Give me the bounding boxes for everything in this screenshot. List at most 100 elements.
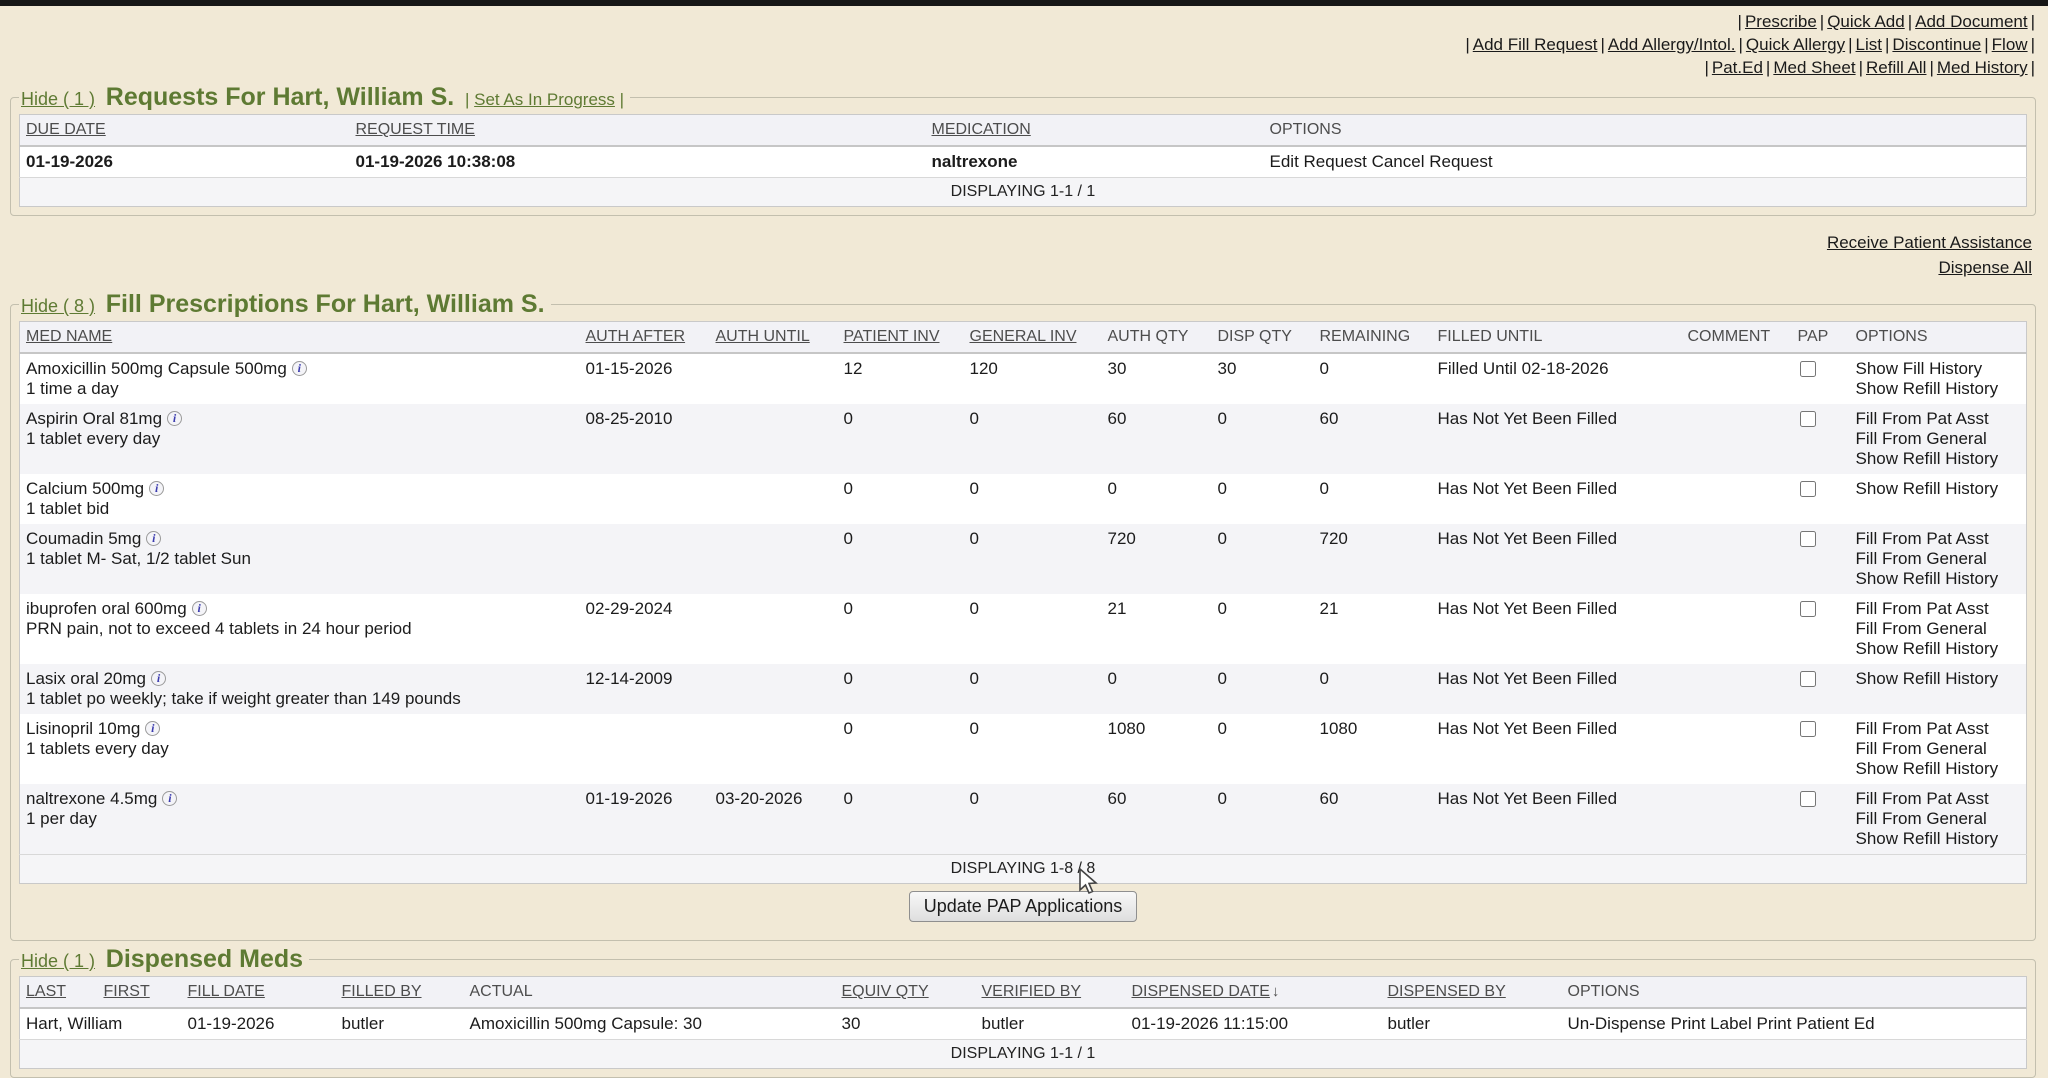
dispense-all-link[interactable]: Dispense All [1938, 255, 2032, 280]
show-refill-history-link[interactable]: Show Refill History [1856, 759, 2021, 779]
show-refill-history-link[interactable]: Show Refill History [1856, 669, 2021, 689]
fill-from-general-link[interactable]: Fill From General [1856, 549, 2021, 569]
nav-quick-allergy-link[interactable]: Quick Allergy [1746, 35, 1845, 54]
med-name-header[interactable]: MED NAME [20, 322, 580, 354]
nav-pat-ed-link[interactable]: Pat.Ed [1712, 58, 1763, 77]
info-icon[interactable]: i [192, 601, 207, 616]
show-refill-history-link[interactable]: Show Refill History [1856, 479, 2021, 499]
nav-med-history-link[interactable]: Med History [1937, 58, 2028, 77]
receive-patient-assistance-link[interactable]: Receive Patient Assistance [1827, 230, 2032, 255]
last-header[interactable]: LAST [20, 977, 98, 1009]
auth-after-header[interactable]: AUTH AFTER [580, 322, 710, 354]
nav-med-sheet-link[interactable]: Med Sheet [1773, 58, 1855, 77]
auth-until-cell [710, 664, 838, 714]
info-icon[interactable]: i [292, 361, 307, 376]
nav-add-fill-request-link[interactable]: Add Fill Request [1473, 35, 1598, 54]
pap-checkbox[interactable] [1800, 601, 1816, 617]
auth-until-cell [710, 353, 838, 404]
pap-checkbox[interactable] [1800, 481, 1816, 497]
nav-discontinue-link[interactable]: Discontinue [1892, 35, 1981, 54]
info-icon[interactable]: i [167, 411, 182, 426]
nav-flow-link[interactable]: Flow [1992, 35, 2028, 54]
actual-header: ACTUAL [464, 977, 836, 1009]
dispensed-paging-row: DISPLAYING 1-1 / 1 [20, 1040, 2027, 1069]
first-header[interactable]: FIRST [98, 977, 182, 1009]
fill-from-pat-asst-link[interactable]: Fill From Pat Asst [1856, 599, 2021, 619]
print-patient-ed-link[interactable]: Print Patient Ed [1757, 1014, 1875, 1033]
general-inv-header[interactable]: GENERAL INV [964, 322, 1102, 354]
edit-request-link[interactable]: Edit Request [1270, 152, 1367, 171]
set-as-in-progress-link[interactable]: Set As In Progress [474, 90, 615, 109]
pap-cell [1792, 664, 1850, 714]
nav-quick-add-link[interactable]: Quick Add [1827, 12, 1905, 31]
print-label-link[interactable]: Print Label [1671, 1014, 1752, 1033]
equiv-qty-header[interactable]: EQUIV QTY [836, 977, 976, 1009]
disp-qty-cell: 0 [1212, 404, 1314, 474]
requests-hide-link[interactable]: Hide ( 1 ) [21, 89, 95, 109]
fill-row: Lisinopril 10mgi 1 tablets every day 0 0… [20, 714, 2027, 784]
filled-by-header[interactable]: FILLED BY [336, 977, 464, 1009]
info-icon[interactable]: i [151, 671, 166, 686]
pap-cell [1792, 353, 1850, 404]
dispensed-hide-link[interactable]: Hide ( 1 ) [21, 951, 95, 971]
fill-from-general-link[interactable]: Fill From General [1856, 619, 2021, 639]
nav-prescribe-link[interactable]: Prescribe [1745, 12, 1817, 31]
show-refill-history-link[interactable]: Show Refill History [1856, 449, 2021, 469]
fill-from-general-link[interactable]: Fill From General [1856, 739, 2021, 759]
fill-hide-link[interactable]: Hide ( 8 ) [21, 296, 95, 316]
pap-checkbox[interactable] [1800, 361, 1816, 377]
request-time-header[interactable]: REQUEST TIME [350, 115, 926, 147]
info-icon[interactable]: i [146, 531, 161, 546]
fill-from-general-link[interactable]: Fill From General [1856, 809, 2021, 829]
medication-header[interactable]: MEDICATION [926, 115, 1264, 147]
dispensed-by-header[interactable]: DISPENSED BY [1382, 977, 1562, 1009]
un-dispense-link[interactable]: Un-Dispense [1568, 1014, 1666, 1033]
show-refill-history-link[interactable]: Show Refill History [1856, 569, 2021, 589]
cancel-request-link[interactable]: Cancel Request [1372, 152, 1493, 171]
nav-add-document-link[interactable]: Add Document [1915, 12, 2027, 31]
pap-checkbox[interactable] [1800, 721, 1816, 737]
verified-by-header[interactable]: VERIFIED BY [976, 977, 1126, 1009]
show-refill-history-link[interactable]: Show Refill History [1856, 379, 2021, 399]
nav-list-link[interactable]: List [1856, 35, 1882, 54]
dispensed-legend: Hide ( 1 ) Dispensed Meds [19, 945, 309, 974]
directions-label: 1 time a day [26, 379, 574, 399]
filled-until-cell: Has Not Yet Been Filled [1432, 404, 1682, 474]
pap-checkbox[interactable] [1800, 791, 1816, 807]
fill-from-general-link[interactable]: Fill From General [1856, 429, 2021, 449]
nav-refill-all-link[interactable]: Refill All [1866, 58, 1926, 77]
auth-qty-cell: 720 [1102, 524, 1212, 594]
due-date-cell: 01-19-2026 [20, 146, 350, 178]
info-icon[interactable]: i [145, 721, 160, 736]
requests-displaying-label: DISPLAYING 1-1 / 1 [20, 178, 2027, 207]
pap-checkbox[interactable] [1800, 531, 1816, 547]
show-refill-history-link[interactable]: Show Refill History [1856, 829, 2021, 849]
med-name-cell: Coumadin 5mgi 1 tablet M- Sat, 1/2 table… [20, 524, 580, 594]
fill-from-pat-asst-link[interactable]: Fill From Pat Asst [1856, 719, 2021, 739]
general-inv-cell: 0 [964, 664, 1102, 714]
sort-descending-icon: ↓ [1270, 983, 1280, 1000]
auth-until-cell [710, 714, 838, 784]
dispensed-date-header[interactable]: DISPENSED DATE↓ [1126, 977, 1382, 1009]
info-icon[interactable]: i [149, 481, 164, 496]
show-refill-history-link[interactable]: Show Refill History [1856, 639, 2021, 659]
update-pap-applications-button[interactable]: Update PAP Applications [909, 891, 1137, 922]
fill-from-pat-asst-link[interactable]: Fill From Pat Asst [1856, 789, 2021, 809]
show-fill-history-link[interactable]: Show Fill History [1856, 359, 2021, 379]
auth-until-header[interactable]: AUTH UNTIL [710, 322, 838, 354]
request-row: 01-19-2026 01-19-2026 10:38:08 naltrexon… [20, 146, 2027, 178]
fill-from-pat-asst-link[interactable]: Fill From Pat Asst [1856, 409, 2021, 429]
nav-add-allergy-link[interactable]: Add Allergy/Intol. [1608, 35, 1736, 54]
remaining-cell: 60 [1314, 404, 1432, 474]
patient-inv-header[interactable]: PATIENT INV [838, 322, 964, 354]
pap-checkbox[interactable] [1800, 411, 1816, 427]
remaining-cell: 21 [1314, 594, 1432, 664]
directions-label: PRN pain, not to exceed 4 tablets in 24 … [26, 619, 574, 639]
auth-qty-header: AUTH QTY [1102, 322, 1212, 354]
remaining-cell: 0 [1314, 664, 1432, 714]
pap-checkbox[interactable] [1800, 671, 1816, 687]
fill-from-pat-asst-link[interactable]: Fill From Pat Asst [1856, 529, 2021, 549]
due-date-header[interactable]: DUE DATE [20, 115, 350, 147]
fill-date-header[interactable]: FILL DATE [182, 977, 336, 1009]
info-icon[interactable]: i [162, 791, 177, 806]
